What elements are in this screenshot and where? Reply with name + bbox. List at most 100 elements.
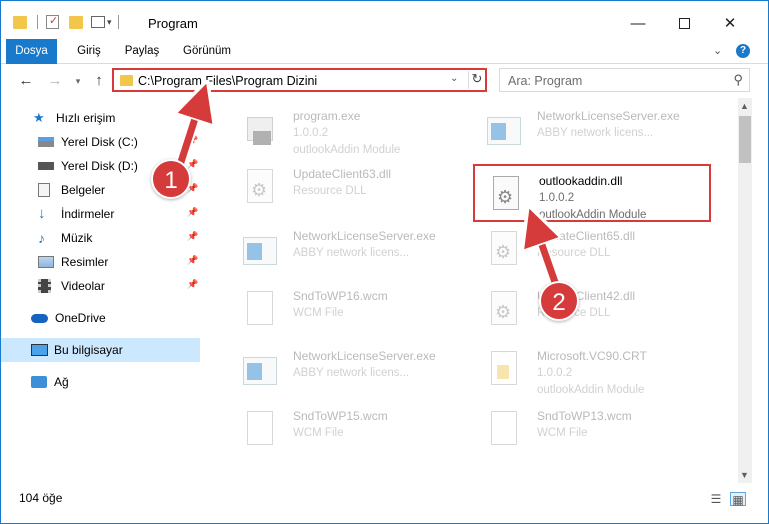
scroll-down-icon[interactable]: ▼: [740, 470, 749, 480]
computer-icon: [31, 344, 48, 356]
file-item[interactable]: ⚙ UpdateClient63.dll Resource DLL: [229, 159, 474, 215]
file-item[interactable]: SndToWP13.wcm WCM File: [473, 401, 718, 457]
file-name: program.exe: [293, 109, 361, 123]
file-item[interactable]: SndToWP16.wcm WCM File: [229, 281, 474, 337]
dll-gear-icon: ⚙: [487, 291, 521, 329]
file-name: SndToWP13.wcm: [537, 409, 632, 423]
cloud-icon: [31, 313, 48, 323]
app-window-icon-part: [247, 363, 262, 380]
blank-file-icon: [487, 411, 521, 449]
file-detail: ABBY network licens...: [537, 127, 654, 139]
up-arrow-icon: ↑: [95, 72, 103, 89]
file-detail: 1.0.0.2: [539, 192, 575, 204]
chevron-down-icon[interactable]: ▾: [107, 17, 112, 28]
dll-gear-icon-part: ⚙: [497, 187, 514, 207]
search-placeholder[interactable]: Ara: Program: [508, 74, 582, 88]
file-item[interactable]: NetworkLicenseServer.exe ABBY network lic…: [229, 341, 474, 397]
title-bar: ✓ ▾ Program — ✕: [1, 1, 768, 39]
sidebar-item-label: Ağ: [54, 375, 69, 389]
expand-ribbon-icon[interactable]: ⌄: [713, 44, 722, 57]
large-icons-view-icon[interactable]: ▦: [730, 492, 746, 507]
file-detail: 1.0.0.2: [537, 367, 573, 379]
scroll-up-icon[interactable]: ▲: [740, 101, 749, 111]
tab-home[interactable]: Giriş: [65, 39, 113, 64]
file-item[interactable]: ⚙ UpdateClient65.dll Resource DLL: [473, 221, 718, 277]
pin-icon[interactable]: 📌: [187, 135, 198, 146]
help-icon[interactable]: ?: [736, 44, 750, 58]
pin-icon[interactable]: 📌: [187, 279, 198, 290]
minimize-icon: —: [630, 14, 646, 32]
refresh-button[interactable]: ↻: [468, 71, 485, 89]
new-folder-icon[interactable]: [69, 15, 83, 29]
separator: [37, 15, 38, 29]
window-title: Program: [148, 16, 198, 31]
back-arrow-icon: ←: [18, 72, 34, 89]
file-detail: WCM File: [537, 427, 588, 439]
close-icon: ✕: [723, 15, 737, 32]
pin-icon[interactable]: 📌: [187, 231, 198, 242]
file-item[interactable]: NetworkLicenseServer.exe ABBY network lic…: [229, 221, 474, 277]
file-detail: Resource DLL: [293, 185, 367, 197]
folder-icon[interactable]: [13, 15, 27, 29]
up-button[interactable]: ↑: [89, 71, 109, 91]
file-item[interactable]: NetworkLicenseServer.exe ABBY network lic…: [473, 101, 718, 157]
app-window-icon-part: [491, 123, 506, 140]
star-icon: ★: [33, 110, 45, 125]
sidebar-item-local-disk-c[interactable]: Yerel Disk (C:) 📌: [1, 130, 200, 154]
sidebar-item-onedrive[interactable]: OneDrive: [1, 306, 200, 330]
file-name: SndToWP16.wcm: [293, 289, 388, 303]
file-item[interactable]: program.exe 1.0.0.2 outlookAddin Module: [229, 101, 474, 157]
sidebar-item-pictures[interactable]: Resimler 📌: [1, 250, 200, 274]
sidebar-item-this-pc[interactable]: Bu bilgisayar: [1, 338, 200, 362]
file-item[interactable]: Microsoft.VC90.CRT 1.0.0.2 outlookAddin Mo…: [473, 341, 718, 397]
tab-file[interactable]: Dosya: [6, 39, 57, 64]
customize-icon[interactable]: [91, 16, 105, 28]
address-path[interactable]: C:\Program Files\Program Dizini: [138, 74, 317, 88]
sidebar-item-music[interactable]: ♪ Müzik 📌: [1, 226, 200, 250]
properties-icon[interactable]: ✓: [46, 15, 59, 29]
app-window-icon: [487, 111, 521, 149]
explorer-window: ✓ ▾ Program — ✕ Dosya Giriş Paylaş Görün…: [0, 0, 769, 524]
tab-share[interactable]: Paylaş: [118, 39, 166, 64]
file-name: NetworkLicenseServer.exe: [293, 349, 436, 363]
file-item[interactable]: ⚙UpdateClient42.dllResource DLL: [473, 281, 718, 337]
film-icon: [38, 279, 51, 293]
drive-icon: [38, 162, 54, 170]
vertical-scrollbar[interactable]: ▲ ▼: [738, 98, 752, 483]
forward-button[interactable]: →: [45, 71, 65, 91]
file-item-outlookaddin-dll[interactable]: ⚙ outlookaddin.dll 1.0.0.2 outlookAddin Mod…: [473, 164, 711, 222]
search-icon[interactable]: ⚲: [733, 72, 743, 88]
tab-view[interactable]: Görünüm: [173, 39, 241, 64]
pin-icon[interactable]: 📌: [187, 159, 198, 170]
file-name: UpdateClient63.dll: [293, 167, 392, 181]
search-box[interactable]: Ara: Program ⚲: [499, 68, 750, 92]
file-name: NetworkLicenseServer.exe: [537, 109, 680, 123]
scrollbar-thumb[interactable]: [739, 116, 751, 163]
back-button[interactable]: ←: [16, 71, 36, 91]
close-button[interactable]: ✕: [707, 9, 753, 37]
quick-access-toolbar: ✓ ▾: [13, 12, 119, 32]
sidebar-item-quick-access[interactable]: ★ Hızlı erişim: [1, 106, 200, 130]
maximize-button[interactable]: [661, 9, 707, 37]
sidebar-item-label: Yerel Disk (C:): [61, 135, 138, 149]
details-view-icon[interactable]: ☰: [708, 492, 724, 506]
sidebar-item-label: Bu bilgisayar: [54, 343, 123, 357]
dll-gear-icon-part: ⚙: [495, 242, 512, 262]
pin-icon[interactable]: 📌: [187, 207, 198, 218]
file-detail: outlookAddin Module: [537, 384, 645, 396]
address-bar[interactable]: C:\Program Files\Program Dizini ⌄ ↻: [112, 68, 487, 92]
sidebar-item-videos[interactable]: Videolar 📌: [1, 274, 200, 298]
app-window-icon: [243, 351, 277, 389]
sidebar-item-label: Belgeler: [61, 183, 106, 197]
forward-arrow-icon: →: [47, 72, 63, 89]
recent-locations-button[interactable]: ▾: [68, 71, 88, 91]
item-count: 104 öğe: [19, 491, 63, 505]
minimize-button[interactable]: —: [615, 9, 661, 37]
sidebar-item-downloads[interactable]: ↓ İndirmeler 📌: [1, 202, 200, 226]
pin-icon[interactable]: 📌: [187, 255, 198, 266]
blank-file-icon: [243, 411, 277, 449]
file-item[interactable]: SndToWP15.wcm WCM File: [229, 401, 474, 457]
sidebar-item-network[interactable]: Ağ: [1, 370, 200, 394]
chevron-down-icon[interactable]: ⌄: [450, 73, 464, 84]
documents-icon: [38, 183, 50, 197]
